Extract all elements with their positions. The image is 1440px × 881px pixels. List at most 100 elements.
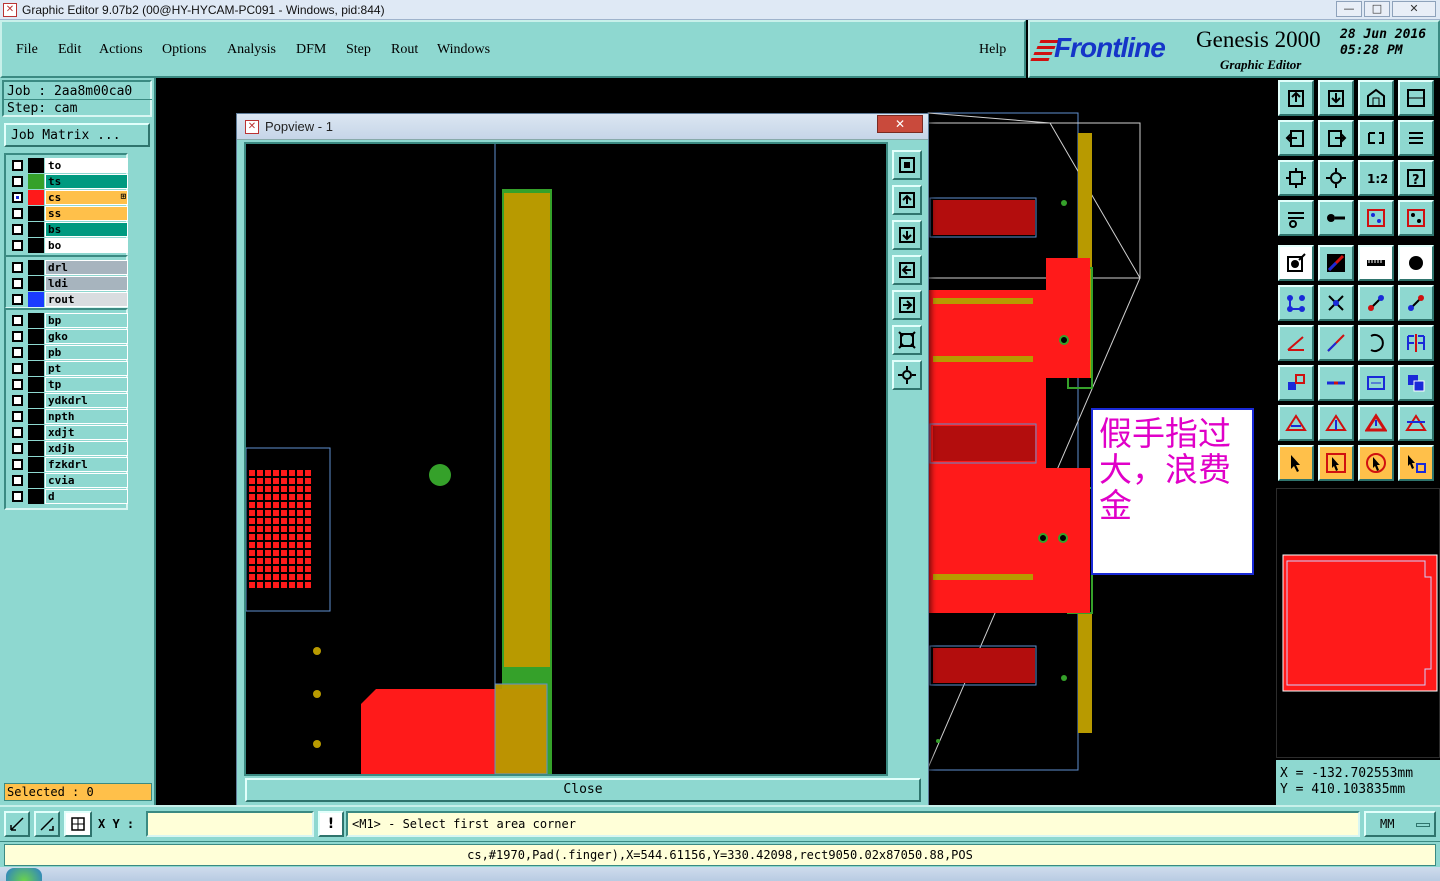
layer-checkbox[interactable] (12, 240, 23, 251)
layer-color-swatch[interactable] (28, 329, 44, 344)
layer-name[interactable]: fzkdrl (45, 457, 128, 472)
layer-checkbox[interactable] (12, 347, 23, 358)
layer-row-pb[interactable]: pb (10, 345, 128, 360)
layer-name[interactable]: drl (45, 260, 128, 275)
layer-row-bp[interactable]: bp (10, 313, 128, 328)
layer-color-swatch[interactable] (28, 260, 44, 275)
select-box-icon[interactable] (1278, 365, 1314, 401)
angle-icon[interactable] (1278, 325, 1314, 361)
popview-close-icon[interactable]: ✕ (877, 115, 923, 133)
line-icon[interactable] (1318, 245, 1354, 281)
layer-checkbox[interactable] (12, 208, 23, 219)
help-icon[interactable]: ? (1398, 160, 1434, 196)
layer-checkbox[interactable] (12, 443, 23, 454)
fit-window-icon[interactable] (892, 325, 922, 355)
job-matrix-button[interactable]: Job Matrix ... (4, 123, 150, 147)
select-arrow-box-icon[interactable] (1318, 445, 1354, 481)
layer-color-swatch[interactable] (28, 377, 44, 392)
layer-row-gko[interactable]: gko (10, 329, 128, 344)
layer-name[interactable]: bo (45, 238, 128, 253)
layer-color-swatch[interactable] (28, 393, 44, 408)
arc-icon[interactable] (1358, 325, 1394, 361)
layer-row-bs[interactable]: bs (10, 222, 128, 237)
layer-name[interactable]: bs (45, 222, 128, 237)
layer-color-swatch[interactable] (28, 222, 44, 237)
layer-row-cs[interactable]: cs ⊞ (10, 190, 128, 205)
layer-name[interactable]: gko (45, 329, 128, 344)
layer-row-xdjb[interactable]: xdjb (10, 441, 128, 456)
layer-checkbox[interactable] (12, 427, 23, 438)
cross-icon[interactable] (1318, 285, 1354, 321)
connect-icon[interactable] (1358, 285, 1394, 321)
layer-color-swatch[interactable] (28, 276, 44, 291)
menu-file[interactable]: File (16, 42, 38, 58)
layer-color-swatch[interactable] (28, 292, 44, 307)
layer-name[interactable]: rout (45, 292, 128, 307)
pad-icon[interactable] (1278, 245, 1314, 281)
layer-name[interactable]: cvia (45, 473, 128, 488)
layer-name[interactable]: cs ⊞ (45, 190, 128, 205)
menu-analysis[interactable]: Analysis (227, 42, 276, 58)
layer-color-swatch[interactable] (28, 313, 44, 328)
layer-checkbox[interactable] (12, 192, 23, 203)
center-view-icon[interactable] (892, 360, 922, 390)
layers-active-icon[interactable] (1398, 200, 1434, 236)
measure-icon[interactable] (34, 811, 60, 837)
popview-close-button[interactable]: Close (245, 778, 921, 802)
menu-windows[interactable]: Windows (437, 42, 490, 58)
layers-toggle-icon[interactable] (1358, 200, 1394, 236)
xy-input[interactable] (146, 811, 314, 837)
scroll-down-icon[interactable] (1318, 80, 1354, 116)
fit-box-icon[interactable] (1358, 365, 1394, 401)
layer-name[interactable]: pt (45, 361, 128, 376)
layer-name[interactable]: pb (45, 345, 128, 360)
layer-row-ts[interactable]: ts (10, 174, 128, 189)
node-icon[interactable] (1278, 285, 1314, 321)
layer-checkbox[interactable] (12, 160, 23, 171)
building-icon[interactable] (1358, 80, 1394, 116)
layer-row-npth[interactable]: npth (10, 409, 128, 424)
circle-icon[interactable] (1398, 245, 1434, 281)
ruler-icon[interactable] (1358, 245, 1394, 281)
layer-name[interactable]: bp (45, 313, 128, 328)
select-arrow-icon[interactable] (1278, 445, 1314, 481)
layer-row-bo[interactable]: bo (10, 238, 128, 253)
zoom-fit-icon[interactable] (892, 150, 922, 180)
layer-name[interactable]: tp (45, 377, 128, 392)
triangle-icon[interactable] (1278, 405, 1314, 441)
layer-checkbox[interactable] (12, 395, 23, 406)
group-icon[interactable] (1398, 365, 1434, 401)
layer-color-swatch[interactable] (28, 158, 44, 173)
menu-options[interactable]: Options (162, 42, 206, 58)
pan-left-icon[interactable] (892, 255, 922, 285)
layer-name[interactable]: ss (45, 206, 128, 221)
layer-name[interactable]: to (45, 158, 128, 173)
layer-row-d[interactable]: d (10, 489, 128, 504)
layer-name[interactable]: xdjt (45, 425, 128, 440)
layer-color-swatch[interactable] (28, 409, 44, 424)
layer-color-swatch[interactable] (28, 361, 44, 376)
units-select[interactable]: MM (1364, 811, 1436, 837)
scale-1-2-icon[interactable]: 1:2 (1358, 160, 1394, 196)
zoom-window-icon[interactable] (4, 811, 30, 837)
layer-checkbox[interactable] (12, 331, 23, 342)
layer-name[interactable]: ldi (45, 276, 128, 291)
scroll-left-icon[interactable] (1278, 120, 1314, 156)
menu-actions[interactable]: Actions (99, 42, 143, 58)
layer-name[interactable]: ts (45, 174, 128, 189)
layer-checkbox[interactable] (12, 475, 23, 486)
layer-name[interactable]: npth (45, 409, 128, 424)
layer-row-rout[interactable]: rout (10, 292, 128, 307)
center-icon[interactable] (1318, 160, 1354, 196)
triangle-red-icon[interactable] (1358, 405, 1394, 441)
pan-right-icon[interactable] (892, 290, 922, 320)
layer-color-swatch[interactable] (28, 238, 44, 253)
layer-checkbox[interactable] (12, 363, 23, 374)
pin-icon[interactable] (1318, 200, 1354, 236)
menu-rout[interactable]: Rout (391, 42, 418, 58)
fit-all-icon[interactable] (1278, 160, 1314, 196)
menu-help[interactable]: Help (979, 42, 1006, 58)
maximize-button[interactable]: □ (1364, 1, 1390, 17)
layer-color-swatch[interactable] (28, 473, 44, 488)
layer-color-swatch[interactable] (28, 441, 44, 456)
